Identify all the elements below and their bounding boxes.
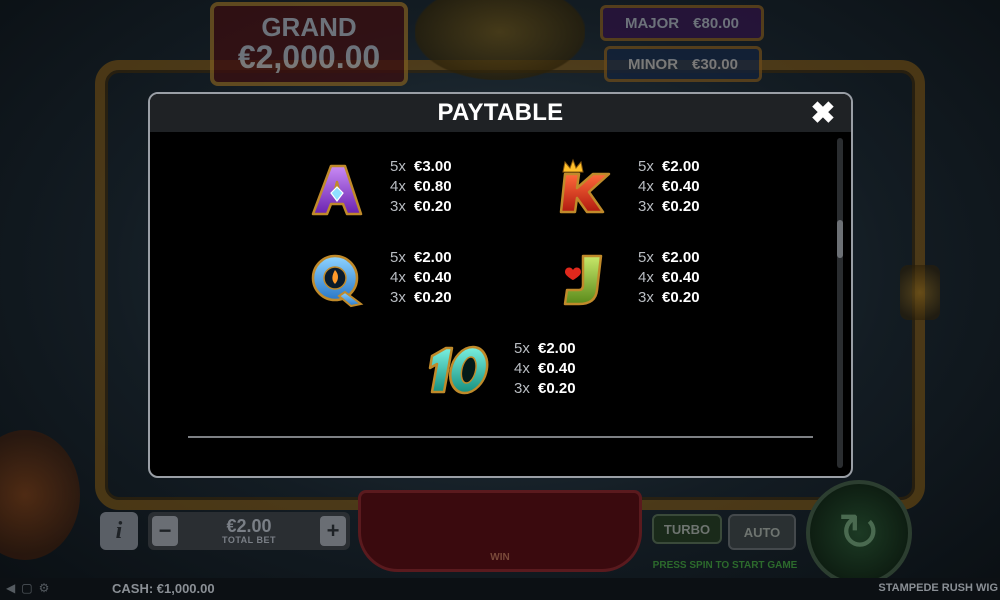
close-icon: ✖	[810, 96, 836, 130]
payout-amount: €0.40	[538, 360, 576, 377]
payout-count: 5x	[514, 340, 530, 357]
number-10-icon	[428, 345, 489, 395]
scrollbar-thumb[interactable]	[837, 220, 843, 258]
letter-a-diamond-icon	[311, 164, 363, 216]
payout-amount: €3.00	[414, 158, 452, 175]
payout-count: 5x	[390, 249, 406, 266]
status-bar: ◀▢⚙ CASH: €1,000.00 STAMPEDE RUSH WIG	[0, 578, 1000, 600]
payout-amount: €0.20	[538, 380, 576, 397]
payout-list: 5x €2.00 4x €0.40 3x €0.20	[638, 248, 728, 308]
payout-count: 3x	[638, 198, 654, 215]
letter-j-heart-icon	[563, 254, 603, 306]
game-name: STAMPEDE RUSH WIG	[878, 582, 998, 594]
press-spin-hint: PRESS SPIN TO START GAME	[652, 559, 798, 571]
total-bet-display: €2.00 TOTAL BET	[182, 512, 316, 550]
grand-jackpot-value: €2,000.00	[237, 38, 381, 75]
payout-count: 5x	[638, 158, 654, 175]
paytable-divider	[188, 436, 813, 438]
grand-jackpot-label: GRAND	[261, 11, 357, 42]
payout-amount: €2.00	[662, 249, 700, 266]
grand-jackpot: GRAND €2,000.00	[210, 2, 408, 86]
payout-amount: €0.40	[662, 269, 700, 286]
payout-amount: €2.00	[538, 340, 576, 357]
total-bet-label: TOTAL BET	[222, 535, 276, 545]
payout-amount: €2.00	[662, 158, 700, 175]
minor-jackpot-value: €30.00	[692, 55, 738, 73]
payout-count: 3x	[390, 289, 406, 306]
turbo-button[interactable]: TURBO	[652, 514, 722, 544]
payout-count: 3x	[514, 380, 530, 397]
letter-k-crown-icon	[559, 158, 611, 214]
spin-button[interactable]: ↻	[806, 480, 912, 586]
payout-list: 5x €2.00 4x €0.40 3x €0.20	[638, 157, 728, 217]
letter-q-flame-icon	[311, 254, 364, 308]
pumpkin-decoration	[0, 430, 80, 560]
payout-count: 3x	[638, 289, 654, 306]
payout-count: 5x	[638, 249, 654, 266]
payout-amount: €0.20	[662, 289, 700, 306]
status-bar-icons: ◀▢⚙	[6, 581, 56, 595]
payout-list: 5x €3.00 4x €0.80 3x €0.20	[390, 157, 480, 217]
payout-amount: €0.40	[414, 269, 452, 286]
minor-jackpot-label: MINOR	[628, 55, 679, 73]
payout-amount: €0.40	[662, 178, 700, 195]
major-jackpot: MAJOR €80.00	[600, 5, 764, 41]
payout-list: 5x €2.00 4x €0.40 3x €0.20	[390, 248, 480, 308]
payout-amount: €2.00	[414, 249, 452, 266]
bet-selector: − €2.00 TOTAL BET +	[148, 512, 350, 550]
treasure-chest-decoration	[415, 0, 585, 80]
payout-count: 3x	[390, 198, 406, 215]
auto-button[interactable]: AUTO	[728, 514, 796, 550]
win-label: WIN	[490, 552, 510, 563]
lantern-decoration	[900, 265, 940, 320]
bet-increase-button[interactable]: +	[320, 516, 346, 546]
payout-count: 4x	[390, 178, 406, 195]
payout-count: 4x	[390, 269, 406, 286]
close-button[interactable]: ✖	[807, 96, 839, 130]
payout-list: 5x €2.00 4x €0.40 3x €0.20	[514, 339, 604, 399]
payout-count: 4x	[514, 360, 530, 377]
payout-amount: €0.20	[414, 198, 452, 215]
paytable-dialog: PAYTABLE ✖	[148, 92, 853, 478]
payout-amount: €0.20	[662, 198, 700, 215]
spin-arrows-icon: ↻	[837, 504, 881, 562]
info-button[interactable]: i	[100, 512, 138, 550]
win-panel: WIN	[358, 490, 642, 572]
payout-count: 4x	[638, 178, 654, 195]
bet-decrease-button[interactable]: −	[152, 516, 178, 546]
payout-amount: €0.20	[414, 289, 452, 306]
paytable-title: PAYTABLE	[437, 99, 564, 126]
paytable-scrollbar[interactable]	[837, 138, 843, 468]
total-bet-value: €2.00	[226, 516, 272, 536]
minor-jackpot: MINOR €30.00	[604, 46, 762, 82]
major-jackpot-label: MAJOR	[624, 14, 680, 32]
payout-count: 4x	[638, 269, 654, 286]
cash-balance: CASH: €1,000.00	[112, 581, 215, 596]
paytable-header: PAYTABLE ✖	[150, 94, 851, 132]
major-jackpot-value: €80.00	[693, 14, 740, 32]
payout-count: 5x	[390, 158, 406, 175]
payout-amount: €0.80	[414, 178, 452, 195]
